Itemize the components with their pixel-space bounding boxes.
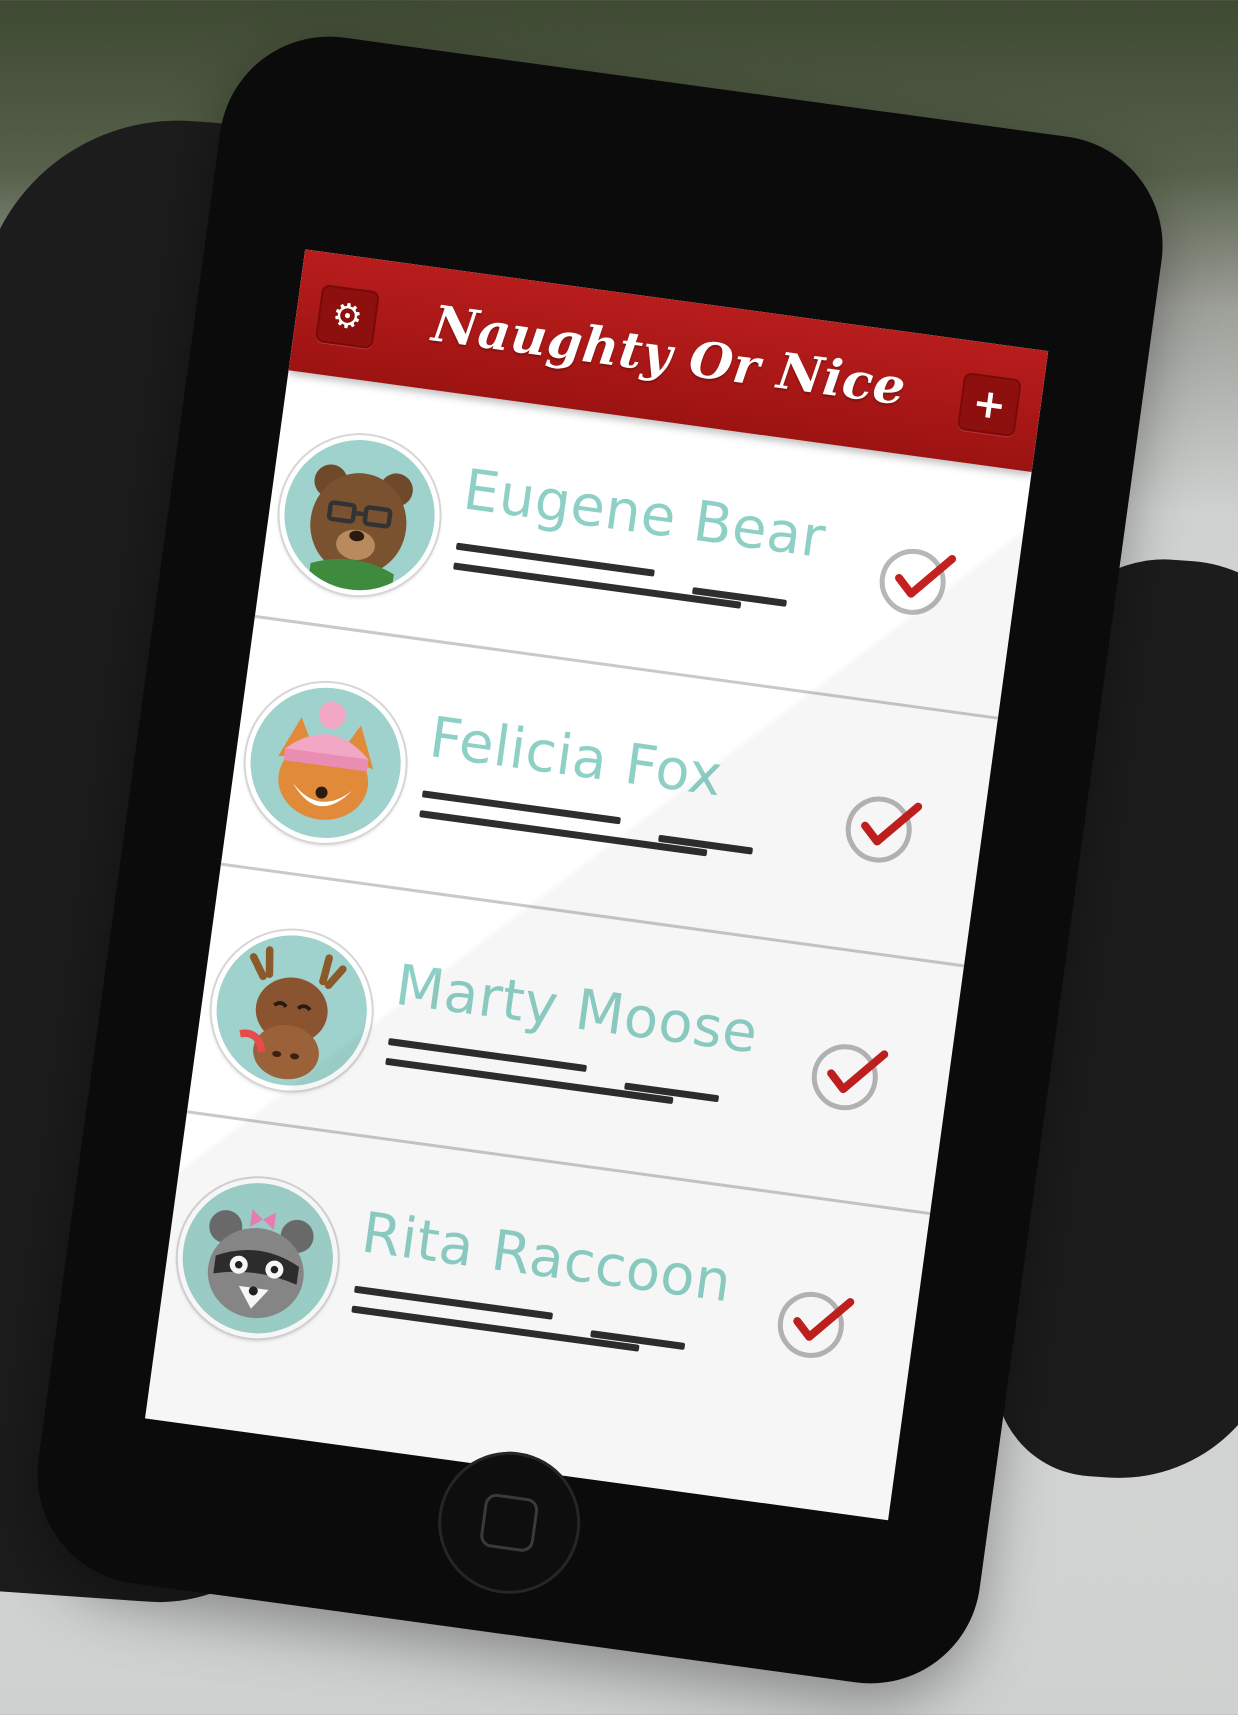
placeholder-line (351, 1305, 640, 1352)
plus-icon: + (969, 379, 1010, 430)
placeholder-line (385, 1057, 674, 1105)
home-square-icon (478, 1492, 540, 1554)
checkmark-icon (793, 1298, 855, 1341)
people-list: Eugene Bear Felicia Fox Marty Moose Rita… (153, 370, 1032, 1463)
check-button[interactable] (773, 1287, 855, 1363)
placeholder-line (453, 562, 742, 609)
add-button[interactable]: + (956, 371, 1023, 438)
check-button[interactable] (875, 544, 957, 620)
checkmark-icon (861, 802, 923, 846)
raccoon-avatar-icon (167, 1168, 348, 1349)
placeholder-line (419, 810, 708, 857)
checkmark-icon (827, 1050, 889, 1094)
moose-avatar-icon (201, 920, 382, 1101)
bear-avatar-icon (269, 425, 450, 606)
fox-avatar-icon (235, 672, 416, 853)
check-button[interactable] (807, 1040, 889, 1115)
person-name: Felicia Fox (425, 705, 727, 810)
checkmark-icon (895, 555, 957, 598)
app-screen: ⚙ Naughty Or Nice + Eugene Bear Felicia … (145, 249, 1049, 1521)
check-button[interactable] (841, 792, 923, 867)
